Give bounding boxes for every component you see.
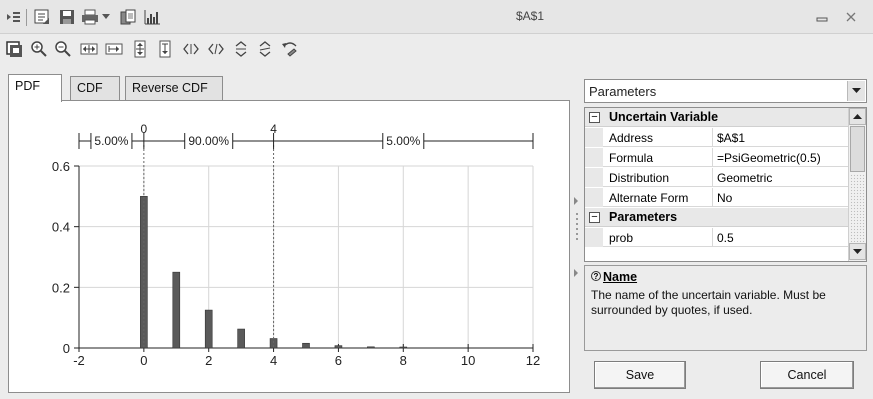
bar xyxy=(237,328,245,349)
scroll-up-icon[interactable] xyxy=(849,108,866,125)
help-text: The name of the uncertain variable. Must… xyxy=(591,288,826,317)
scroll-down-icon[interactable] xyxy=(849,243,866,260)
property-row-prob[interactable]: prob 0.5 xyxy=(585,228,849,247)
fit-width-alt-icon[interactable] xyxy=(104,39,124,59)
bar xyxy=(334,345,343,349)
close-icon[interactable] xyxy=(842,8,860,26)
x-tick-label: 0 xyxy=(140,353,147,368)
rotate-icon[interactable] xyxy=(255,39,275,59)
scrollbar-thumb[interactable] xyxy=(850,126,865,172)
fit-width-icon[interactable] xyxy=(79,39,99,59)
property-name: Address xyxy=(609,131,654,145)
category-label: Uncertain Variable xyxy=(609,110,719,124)
chart-options-icon[interactable] xyxy=(142,7,162,27)
title-bar: $A$1 xyxy=(0,0,873,34)
property-row-distribution[interactable]: Distribution Geometric xyxy=(585,168,849,187)
property-name: Alternate Form xyxy=(609,191,689,205)
property-value[interactable]: 0.5 xyxy=(717,231,734,245)
bar xyxy=(302,342,310,349)
category-label: Parameters xyxy=(609,210,678,224)
chart-area: -2 0 2 4 6 8 10 12 0 0.2 0.4 0.6 0 4 5.00% 90.00% 5.00% xyxy=(8,100,570,393)
chart-toolbar xyxy=(0,34,873,64)
collapse-icon[interactable]: − xyxy=(589,112,600,123)
save-icon[interactable] xyxy=(57,7,77,27)
chart-panel: PDF CDF Reverse CDF -2 0 2 4 6 8 10 12 0 0.2 0.4 0.… xyxy=(8,73,570,393)
properties-dropdown[interactable]: Parameters xyxy=(584,79,867,103)
move-right-icon[interactable] xyxy=(206,39,226,59)
property-value[interactable]: No xyxy=(717,191,732,205)
bar xyxy=(367,346,375,349)
property-row-address[interactable]: Address $A$1 xyxy=(585,128,849,147)
help-panel: ? Name The name of the uncertain variabl… xyxy=(584,265,867,351)
chart-icon[interactable] xyxy=(4,39,24,59)
tab-reverse-cdf[interactable]: Reverse CDF xyxy=(125,76,223,101)
minimize-icon[interactable] xyxy=(813,8,831,26)
help-title: Name xyxy=(603,270,638,284)
separator xyxy=(26,9,27,26)
y-tick-label: 0.4 xyxy=(52,220,70,235)
fit-height-icon[interactable] xyxy=(130,39,150,59)
property-row-formula[interactable]: Formula =PsiGeometric(0.5) xyxy=(585,148,849,167)
y-tick-label: 0 xyxy=(63,341,70,356)
property-value[interactable]: $A$1 xyxy=(717,131,745,145)
property-name: Distribution xyxy=(609,171,670,185)
panel-splitter[interactable] xyxy=(572,73,582,393)
x-tick-label: 12 xyxy=(526,353,540,368)
copy-icon[interactable] xyxy=(118,7,138,27)
dropdown-arrow-icon[interactable] xyxy=(100,7,112,27)
pdf-chart: -2 0 2 4 6 8 10 1200.20.40.60 45.00% 90.00% 5.00% xyxy=(52,122,540,368)
category-uncertain-variable[interactable]: − Uncertain Variable xyxy=(585,108,849,127)
category-parameters[interactable]: − Parameters xyxy=(585,208,849,227)
save-button[interactable]: Save xyxy=(594,361,686,389)
print-icon[interactable] xyxy=(80,7,100,27)
x-tick-label: 6 xyxy=(335,353,342,368)
percentile-label: 5.00% xyxy=(386,134,420,148)
collapse-icon[interactable]: − xyxy=(589,212,600,223)
property-value[interactable]: =PsiGeometric(0.5) xyxy=(717,151,821,165)
x-tick-label: 4 xyxy=(270,353,277,368)
properties-dropdown-value: Parameters xyxy=(589,84,657,99)
property-row-alternate-form[interactable]: Alternate Form No xyxy=(585,188,849,207)
properties-panel: Parameters − Uncertain Variable Address … xyxy=(584,73,867,393)
percentile-label: 5.00% xyxy=(94,134,128,148)
bar xyxy=(399,346,408,349)
x-tick-label: 10 xyxy=(461,353,475,368)
tab-cdf[interactable]: CDF xyxy=(70,76,120,101)
y-tick-label: 0.2 xyxy=(52,280,70,295)
y-tick-label: 0.6 xyxy=(52,159,70,174)
scrollbar-track[interactable] xyxy=(850,174,865,242)
x-tick-label: 2 xyxy=(205,353,212,368)
property-name: prob xyxy=(609,231,634,245)
move-up-icon[interactable] xyxy=(231,39,251,59)
move-left-icon[interactable] xyxy=(181,39,201,59)
cancel-button[interactable]: Cancel xyxy=(760,361,854,389)
undo-icon[interactable] xyxy=(280,39,300,59)
bar xyxy=(204,309,213,349)
chart-tabs: PDF CDF Reverse CDF xyxy=(8,73,570,102)
vertical-scrollbar[interactable] xyxy=(848,108,866,261)
property-grid: − Uncertain Variable Address $A$1 Formul… xyxy=(584,107,867,262)
report-icon[interactable] xyxy=(32,7,52,27)
zoom-in-icon[interactable] xyxy=(29,39,49,59)
help-icon: ? xyxy=(591,271,601,281)
x-tick-label: 8 xyxy=(400,353,407,368)
x-tick-label: -2 xyxy=(73,353,85,368)
bar xyxy=(172,271,181,349)
menu-icon[interactable] xyxy=(3,7,23,27)
tab-pdf[interactable]: PDF xyxy=(8,74,62,102)
property-name: Formula xyxy=(609,151,654,165)
zoom-out-icon[interactable] xyxy=(53,39,73,59)
chevron-down-icon[interactable] xyxy=(847,81,865,101)
percentile-label: 90.00% xyxy=(188,134,229,148)
fit-height-alt-icon[interactable] xyxy=(155,39,175,59)
property-value[interactable]: Geometric xyxy=(717,171,772,185)
